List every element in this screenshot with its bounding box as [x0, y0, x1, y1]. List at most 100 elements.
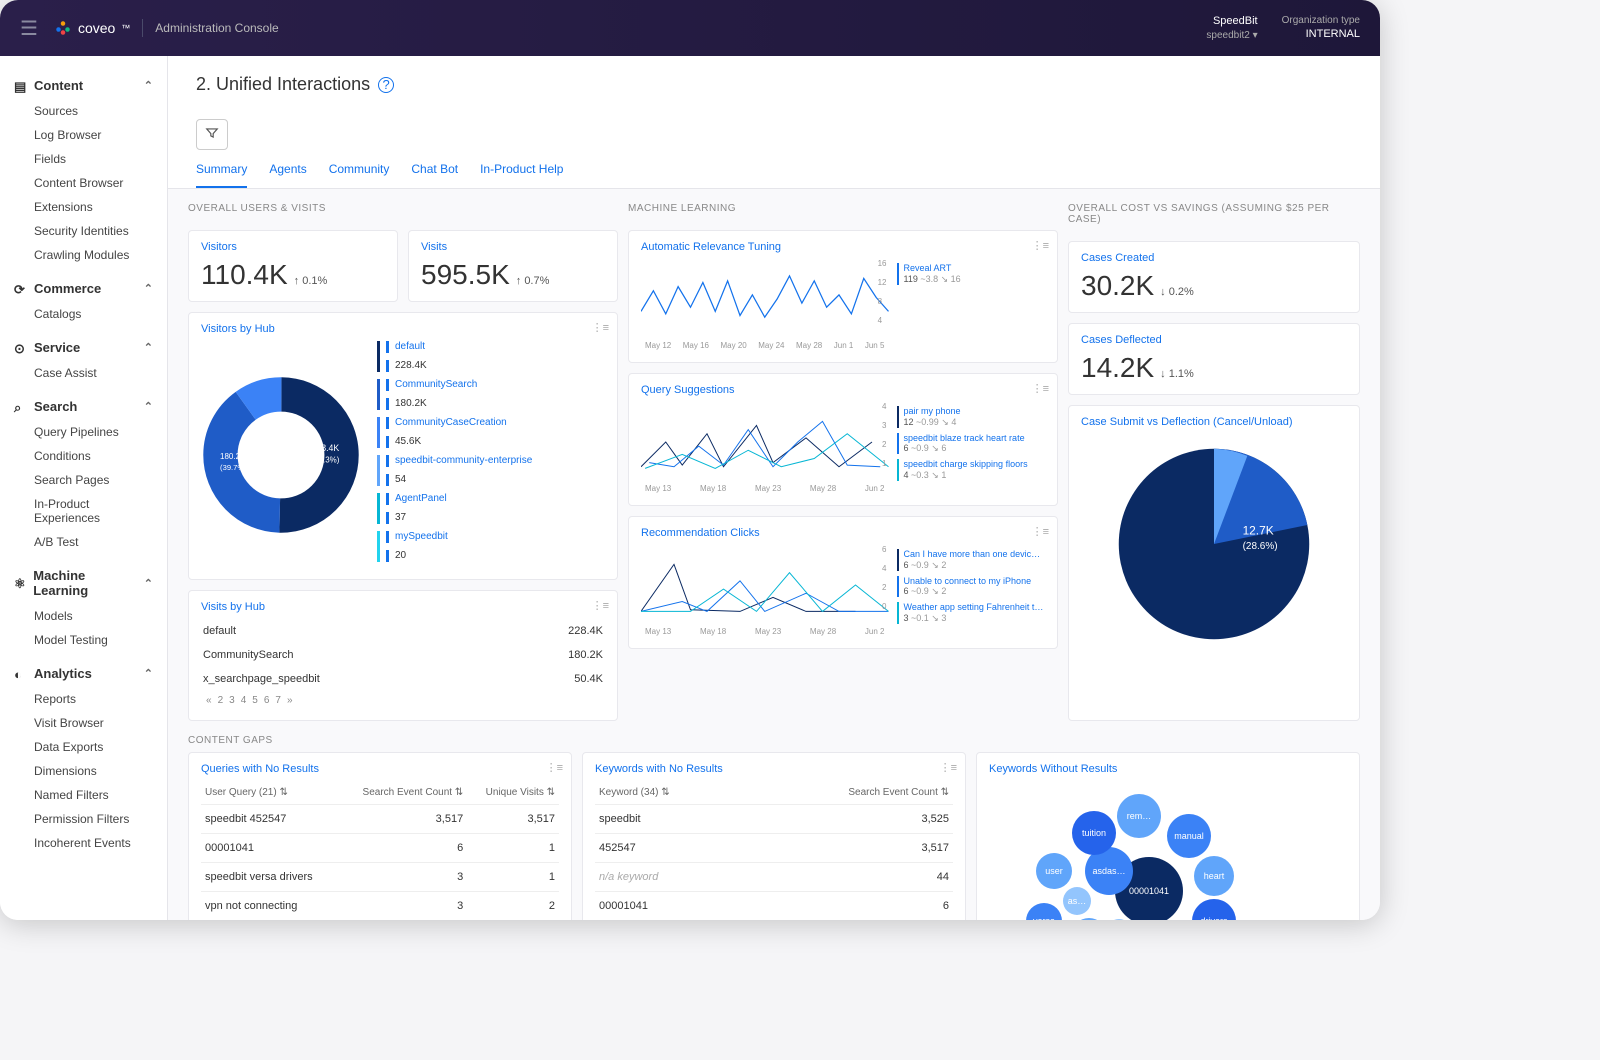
visitors-by-hub-card: ⋮≡ Visitors by Hub 228.4K (50.3%) 180.2K [188, 312, 618, 580]
table-row[interactable]: 000010416 [595, 892, 953, 921]
nav-section-service[interactable]: ⊙Service⌃ [12, 334, 155, 361]
nav-section-commerce[interactable]: ⟳Commerce⌃ [12, 275, 155, 302]
help-icon[interactable]: ? [378, 77, 394, 93]
page-title: 2. Unified Interactions ? [196, 74, 1352, 95]
nav-section-machine-learning[interactable]: ⚛Machine Learning⌃ [12, 562, 155, 604]
nav-item-log-browser[interactable]: Log Browser [12, 123, 155, 147]
bubble[interactable]: tuition [1072, 811, 1116, 855]
bubble[interactable]: versa [1026, 903, 1062, 920]
tab-agents[interactable]: Agents [269, 162, 306, 188]
table-row[interactable]: speedbit versa drivers31 [201, 863, 559, 892]
brand-logo[interactable]: coveo™ [54, 19, 130, 37]
nav-item-case-assist[interactable]: Case Assist [12, 361, 155, 385]
nav-item-visit-browser[interactable]: Visit Browser [12, 711, 155, 735]
kpi-cases-deflected: Cases Deflected 14.2K1.1% [1068, 323, 1360, 395]
nav-item-named-filters[interactable]: Named Filters [12, 783, 155, 807]
nav-section-content[interactable]: ▤Content⌃ [12, 72, 155, 99]
pie-card: Case Submit vs Deflection (Cancel/Unload… [1068, 405, 1360, 721]
bubble[interactable] [1107, 919, 1131, 920]
nav-item-search-pages[interactable]: Search Pages [12, 468, 155, 492]
nav-item-data-exports[interactable]: Data Exports [12, 735, 155, 759]
nav-item-crawling-modules[interactable]: Crawling Modules [12, 243, 155, 267]
chevron-up-icon: ⌃ [144, 341, 153, 354]
org-name: SpeedBit [1206, 14, 1257, 28]
org-id: speedbit2 [1206, 30, 1249, 41]
nav-item-a-b-test[interactable]: A/B Test [12, 530, 155, 554]
nav-item-permission-filters[interactable]: Permission Filters [12, 807, 155, 831]
page-link[interactable]: 2 [218, 695, 224, 706]
nav-item-sources[interactable]: Sources [12, 99, 155, 123]
nav-item-dimensions[interactable]: Dimensions [12, 759, 155, 783]
tab-in-product-help[interactable]: In-Product Help [480, 162, 563, 188]
table-row: default228.4K [201, 619, 605, 643]
bubble[interactable]: as… [1063, 887, 1091, 915]
svg-text:(50.3%): (50.3%) [311, 456, 339, 465]
page-link[interactable]: 3 [229, 695, 235, 706]
org-type-block: Organization type INTERNAL [1282, 14, 1360, 41]
nav-section-search[interactable]: ⌕Search⌃ [12, 393, 155, 420]
filter-icon [205, 126, 219, 140]
pagination[interactable]: « 234567 » [201, 691, 605, 710]
legend-item: Weather app setting Fahrenheit t…3 ~0.1 … [897, 602, 1046, 624]
svg-text:228.4K: 228.4K [311, 443, 339, 453]
table-row[interactable]: 4525473,517 [595, 834, 953, 863]
legend-item: Unable to connect to my iPhone6 ~0.9 ↘ 2 [897, 576, 1046, 598]
table-row[interactable]: speedbit 4525473,5173,517 [201, 805, 559, 834]
bubble-chart: 00001041asdas…tuitionrem…manualheartdriv… [989, 781, 1347, 920]
card-menu-icon[interactable]: ⋮≡ [1032, 525, 1049, 538]
nav-item-fields[interactable]: Fields [12, 147, 155, 171]
section-ml: MACHINE LEARNING [628, 203, 1058, 214]
search-icon: ⌕ [14, 400, 28, 414]
tab-chat-bot[interactable]: Chat Bot [411, 162, 458, 188]
art-chart: 161284 [641, 259, 889, 339]
bubble[interactable]: heart [1194, 856, 1234, 896]
bubble[interactable]: user [1036, 853, 1072, 889]
nav-section-analytics[interactable]: ◐Analytics⌃ [12, 660, 155, 687]
page-link[interactable]: » [287, 695, 293, 706]
table-row: CommunitySearch180.2K [201, 643, 605, 667]
bubble[interactable]: manual [1167, 814, 1211, 858]
nav-item-extensions[interactable]: Extensions [12, 195, 155, 219]
nav-item-query-pipelines[interactable]: Query Pipelines [12, 420, 155, 444]
chevron-down-icon: ▾ [1253, 30, 1258, 41]
table-row[interactable]: vpn not connecting32 [201, 892, 559, 921]
nav-item-conditions[interactable]: Conditions [12, 444, 155, 468]
coveo-logo-icon [54, 19, 72, 37]
page-link[interactable]: 4 [241, 695, 247, 706]
topbar-divider [142, 19, 143, 37]
table-row[interactable]: n/a keyword44 [595, 863, 953, 892]
bubble[interactable]: rem… [1117, 794, 1161, 838]
keywords-no-results-card: ⋮≡ Keywords with No Results Keyword (34)… [582, 752, 966, 920]
card-menu-icon[interactable]: ⋮≡ [546, 761, 563, 774]
legend-item: mySpeedbit20 [377, 531, 605, 562]
page-link[interactable]: 7 [275, 695, 281, 706]
nav-item-reports[interactable]: Reports [12, 687, 155, 711]
table-row[interactable]: 0000104161 [201, 834, 559, 863]
nav-item-catalogs[interactable]: Catalogs [12, 302, 155, 326]
tab-summary[interactable]: Summary [196, 162, 247, 188]
page-link[interactable]: 6 [264, 695, 270, 706]
card-menu-icon[interactable]: ⋮≡ [1032, 382, 1049, 395]
page-link[interactable]: « [206, 695, 212, 706]
kpi-visits: Visits 595.5K0.7% [408, 230, 618, 302]
nav-item-in-product-experiences[interactable]: In-Product Experiences [12, 492, 155, 530]
nav-item-content-browser[interactable]: Content Browser [12, 171, 155, 195]
nav-item-models[interactable]: Models [12, 604, 155, 628]
nav-item-incoherent-events[interactable]: Incoherent Events [12, 831, 155, 855]
nav-item-security-identities[interactable]: Security Identities [12, 219, 155, 243]
pie-chart: 12.7K (28.6%) [1114, 444, 1314, 644]
table-row[interactable]: speedbit3,525 [595, 805, 953, 834]
menu-icon[interactable]: ☰ [20, 16, 38, 41]
card-menu-icon[interactable]: ⋮≡ [1032, 239, 1049, 252]
bubble[interactable]: blaze [1071, 918, 1107, 920]
card-menu-icon[interactable]: ⋮≡ [940, 761, 957, 774]
page-link[interactable]: 5 [252, 695, 258, 706]
nav-item-model-testing[interactable]: Model Testing [12, 628, 155, 652]
tab-community[interactable]: Community [329, 162, 390, 188]
filter-button[interactable] [196, 119, 228, 150]
card-menu-icon[interactable]: ⋮≡ [592, 321, 609, 334]
content-area: 2. Unified Interactions ? Summary Agents C… [168, 56, 1380, 920]
bubble[interactable]: drivers [1192, 899, 1236, 920]
card-menu-icon[interactable]: ⋮≡ [592, 599, 609, 612]
org-selector[interactable]: SpeedBit speedbit2 ▾ [1206, 14, 1257, 41]
